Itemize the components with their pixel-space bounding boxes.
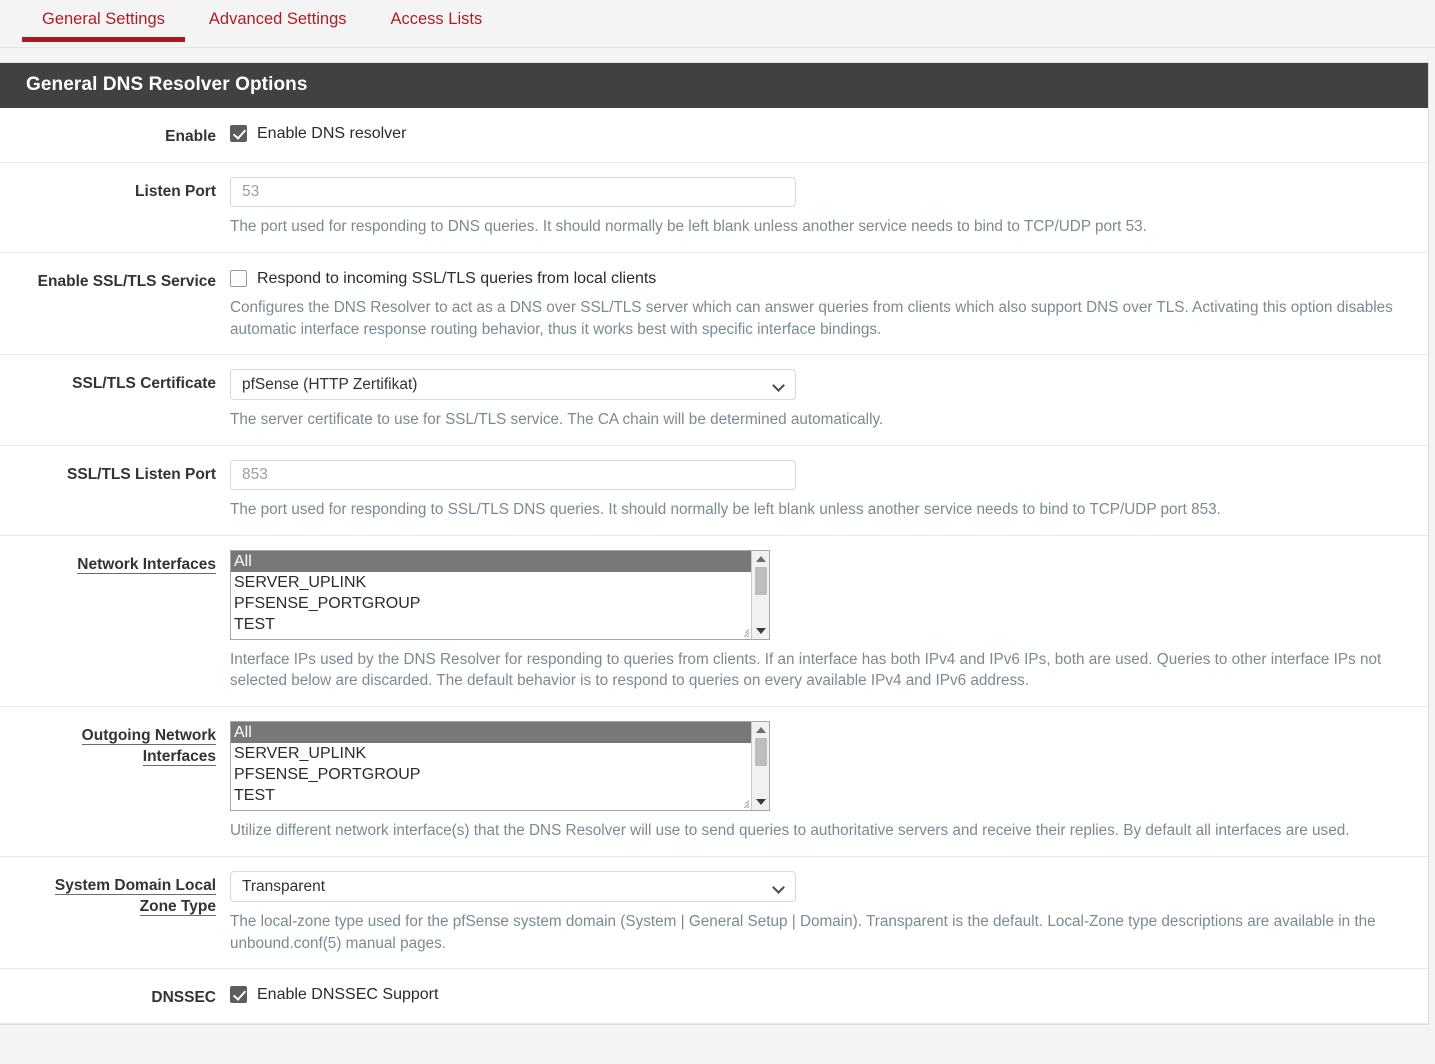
network-interfaces-listbox[interactable]: All SERVER_UPLINK PFSENSE_PORTGROUP TEST… <box>230 549 770 640</box>
label-ssl-tls-listen-port: SSL/TLS Listen Port <box>67 465 216 483</box>
ssl-tls-listen-port-input[interactable] <box>230 459 796 490</box>
field-ssl-tls-listen-port: The port used for responding to SSL/TLS … <box>230 459 1428 521</box>
field-network-interfaces: All SERVER_UPLINK PFSENSE_PORTGROUP TEST… <box>230 549 1428 692</box>
row-ssl-tls-listen-port: SSL/TLS Listen Port The port used for re… <box>0 446 1428 536</box>
outgoing-network-interfaces-option-bridge[interactable]: BRIDGE <box>231 806 751 810</box>
system-domain-local-zone-type-help: The local-zone type used for the pfSense… <box>230 912 1376 952</box>
scrollbar-thumb[interactable] <box>755 738 767 767</box>
enable-dns-resolver-checkbox[interactable] <box>230 125 247 143</box>
label-system-domain-local-zone-type: System Domain Local Zone Type <box>54 876 216 916</box>
enable-dnssec-support-label[interactable]: Enable DNSSEC Support <box>257 985 438 1004</box>
outgoing-network-interfaces-option-pfsense-portgroup[interactable]: PFSENSE_PORTGROUP <box>231 764 751 785</box>
row-enable: Enable Enable DNS resolver <box>0 108 1428 163</box>
scroll-down-arrow-icon[interactable] <box>756 627 766 634</box>
network-interfaces-option-all[interactable]: All <box>231 550 751 572</box>
general-dns-resolver-options-panel: General DNS Resolver Options Enable Enab… <box>0 62 1429 1026</box>
row-listen-port: Listen Port The port used for responding… <box>0 163 1428 253</box>
field-enable: Enable DNS resolver <box>230 122 1428 143</box>
respond-ssl-tls-queries-label[interactable]: Respond to incoming SSL/TLS queries from… <box>257 269 656 288</box>
resize-grip-icon[interactable] <box>737 796 749 809</box>
tab-advanced-settings[interactable]: Advanced Settings <box>187 0 369 42</box>
tab-general-settings[interactable]: General Settings <box>20 0 187 42</box>
listen-port-input[interactable] <box>230 176 796 207</box>
listen-port-help: The port used for responding to DNS quer… <box>230 217 1147 235</box>
network-interfaces-option-test[interactable]: TEST <box>231 614 751 635</box>
label-enable: Enable <box>165 128 216 145</box>
network-interfaces-scrollbar[interactable] <box>751 550 769 639</box>
system-domain-local-zone-type-select[interactable]: Transparent <box>230 870 796 902</box>
row-ssl-tls-certificate: SSL/TLS Certificate pfSense (HTTP Zertif… <box>0 355 1428 446</box>
enable-ssl-tls-service-help: Configures the DNS Resolver to act as a … <box>230 298 1393 338</box>
field-listen-port: The port used for responding to DNS quer… <box>230 176 1428 238</box>
tab-general-settings-label: General Settings <box>42 10 165 28</box>
resize-grip-icon[interactable] <box>737 625 749 637</box>
row-enable-ssl-tls-service: Enable SSL/TLS Service Respond to incomi… <box>0 253 1428 356</box>
scrollbar-thumb[interactable] <box>755 566 767 595</box>
ssl-tls-certificate-select[interactable]: pfSense (HTTP Zertifikat) <box>230 369 796 401</box>
field-system-domain-local-zone-type: Transparent The local-zone type used for… <box>230 870 1428 954</box>
network-interfaces-option-list: All SERVER_UPLINK PFSENSE_PORTGROUP TEST… <box>231 550 751 639</box>
scroll-up-arrow-icon[interactable] <box>756 727 766 734</box>
row-outgoing-network-interfaces: Outgoing Network Interfaces All SERVER_U… <box>0 707 1428 857</box>
field-enable-ssl-tls-service: Respond to incoming SSL/TLS queries from… <box>230 267 1428 341</box>
outgoing-network-interfaces-option-all[interactable]: All <box>231 722 751 744</box>
label-listen-port: Listen Port <box>135 182 216 200</box>
network-interfaces-option-bridge[interactable]: BRIDGE <box>231 635 751 639</box>
field-dnssec: Enable DNSSEC Support <box>230 983 1428 1004</box>
network-interfaces-option-server-uplink[interactable]: SERVER_UPLINK <box>231 572 751 593</box>
outgoing-network-interfaces-option-server-uplink[interactable]: SERVER_UPLINK <box>231 743 751 764</box>
dns-resolver-settings-page: General Settings Advanced Settings Acces… <box>0 0 1435 1064</box>
label-outgoing-network-interfaces: Outgoing Network Interfaces <box>81 727 216 767</box>
network-interfaces-option-pfsense-portgroup[interactable]: PFSENSE_PORTGROUP <box>231 593 751 614</box>
enable-dnssec-support-checkbox[interactable] <box>230 986 247 1004</box>
panel-title: General DNS Resolver Options <box>0 63 1428 108</box>
ssl-tls-certificate-help: The server certificate to use for SSL/TL… <box>230 411 884 429</box>
panel-body: Enable Enable DNS resolver Listen Port T… <box>0 108 1428 1025</box>
scroll-down-arrow-icon[interactable] <box>756 799 766 806</box>
outgoing-network-interfaces-scrollbar[interactable] <box>751 722 769 811</box>
respond-ssl-tls-queries-checkbox[interactable] <box>230 269 247 287</box>
network-interfaces-help: Interface IPs used by the DNS Resolver f… <box>230 650 1382 690</box>
scroll-up-arrow-icon[interactable] <box>756 555 766 562</box>
field-outgoing-network-interfaces: All SERVER_UPLINK PFSENSE_PORTGROUP TEST… <box>230 721 1428 842</box>
label-ssl-tls-certificate: SSL/TLS Certificate <box>72 375 216 393</box>
tab-access-lists-label: Access Lists <box>390 10 483 28</box>
outgoing-network-interfaces-listbox[interactable]: All SERVER_UPLINK PFSENSE_PORTGROUP TEST… <box>230 721 770 812</box>
outgoing-network-interfaces-option-test[interactable]: TEST <box>231 785 751 806</box>
row-dnssec: DNSSEC Enable DNSSEC Support <box>0 969 1428 1025</box>
outgoing-network-interfaces-help: Utilize different network interface(s) t… <box>230 822 1350 840</box>
label-dnssec: DNSSEC <box>151 989 216 1007</box>
settings-tabbar: General Settings Advanced Settings Acces… <box>0 0 1435 48</box>
tab-advanced-settings-label: Advanced Settings <box>208 10 347 28</box>
label-network-interfaces: Network Interfaces <box>77 555 216 574</box>
ssl-tls-listen-port-help: The port used for responding to SSL/TLS … <box>230 500 1221 518</box>
outgoing-network-interfaces-option-list: All SERVER_UPLINK PFSENSE_PORTGROUP TEST… <box>231 722 751 810</box>
tab-access-lists[interactable]: Access Lists <box>369 0 505 42</box>
field-ssl-tls-certificate: pfSense (HTTP Zertifikat) The server cer… <box>230 369 1428 431</box>
enable-dns-resolver-label[interactable]: Enable DNS resolver <box>257 124 406 143</box>
row-network-interfaces: Network Interfaces All SERVER_UPLINK PFS… <box>0 536 1428 708</box>
label-enable-ssl-tls-service: Enable SSL/TLS Service <box>37 272 216 290</box>
row-system-domain-local-zone-type: System Domain Local Zone Type Transparen… <box>0 857 1428 970</box>
